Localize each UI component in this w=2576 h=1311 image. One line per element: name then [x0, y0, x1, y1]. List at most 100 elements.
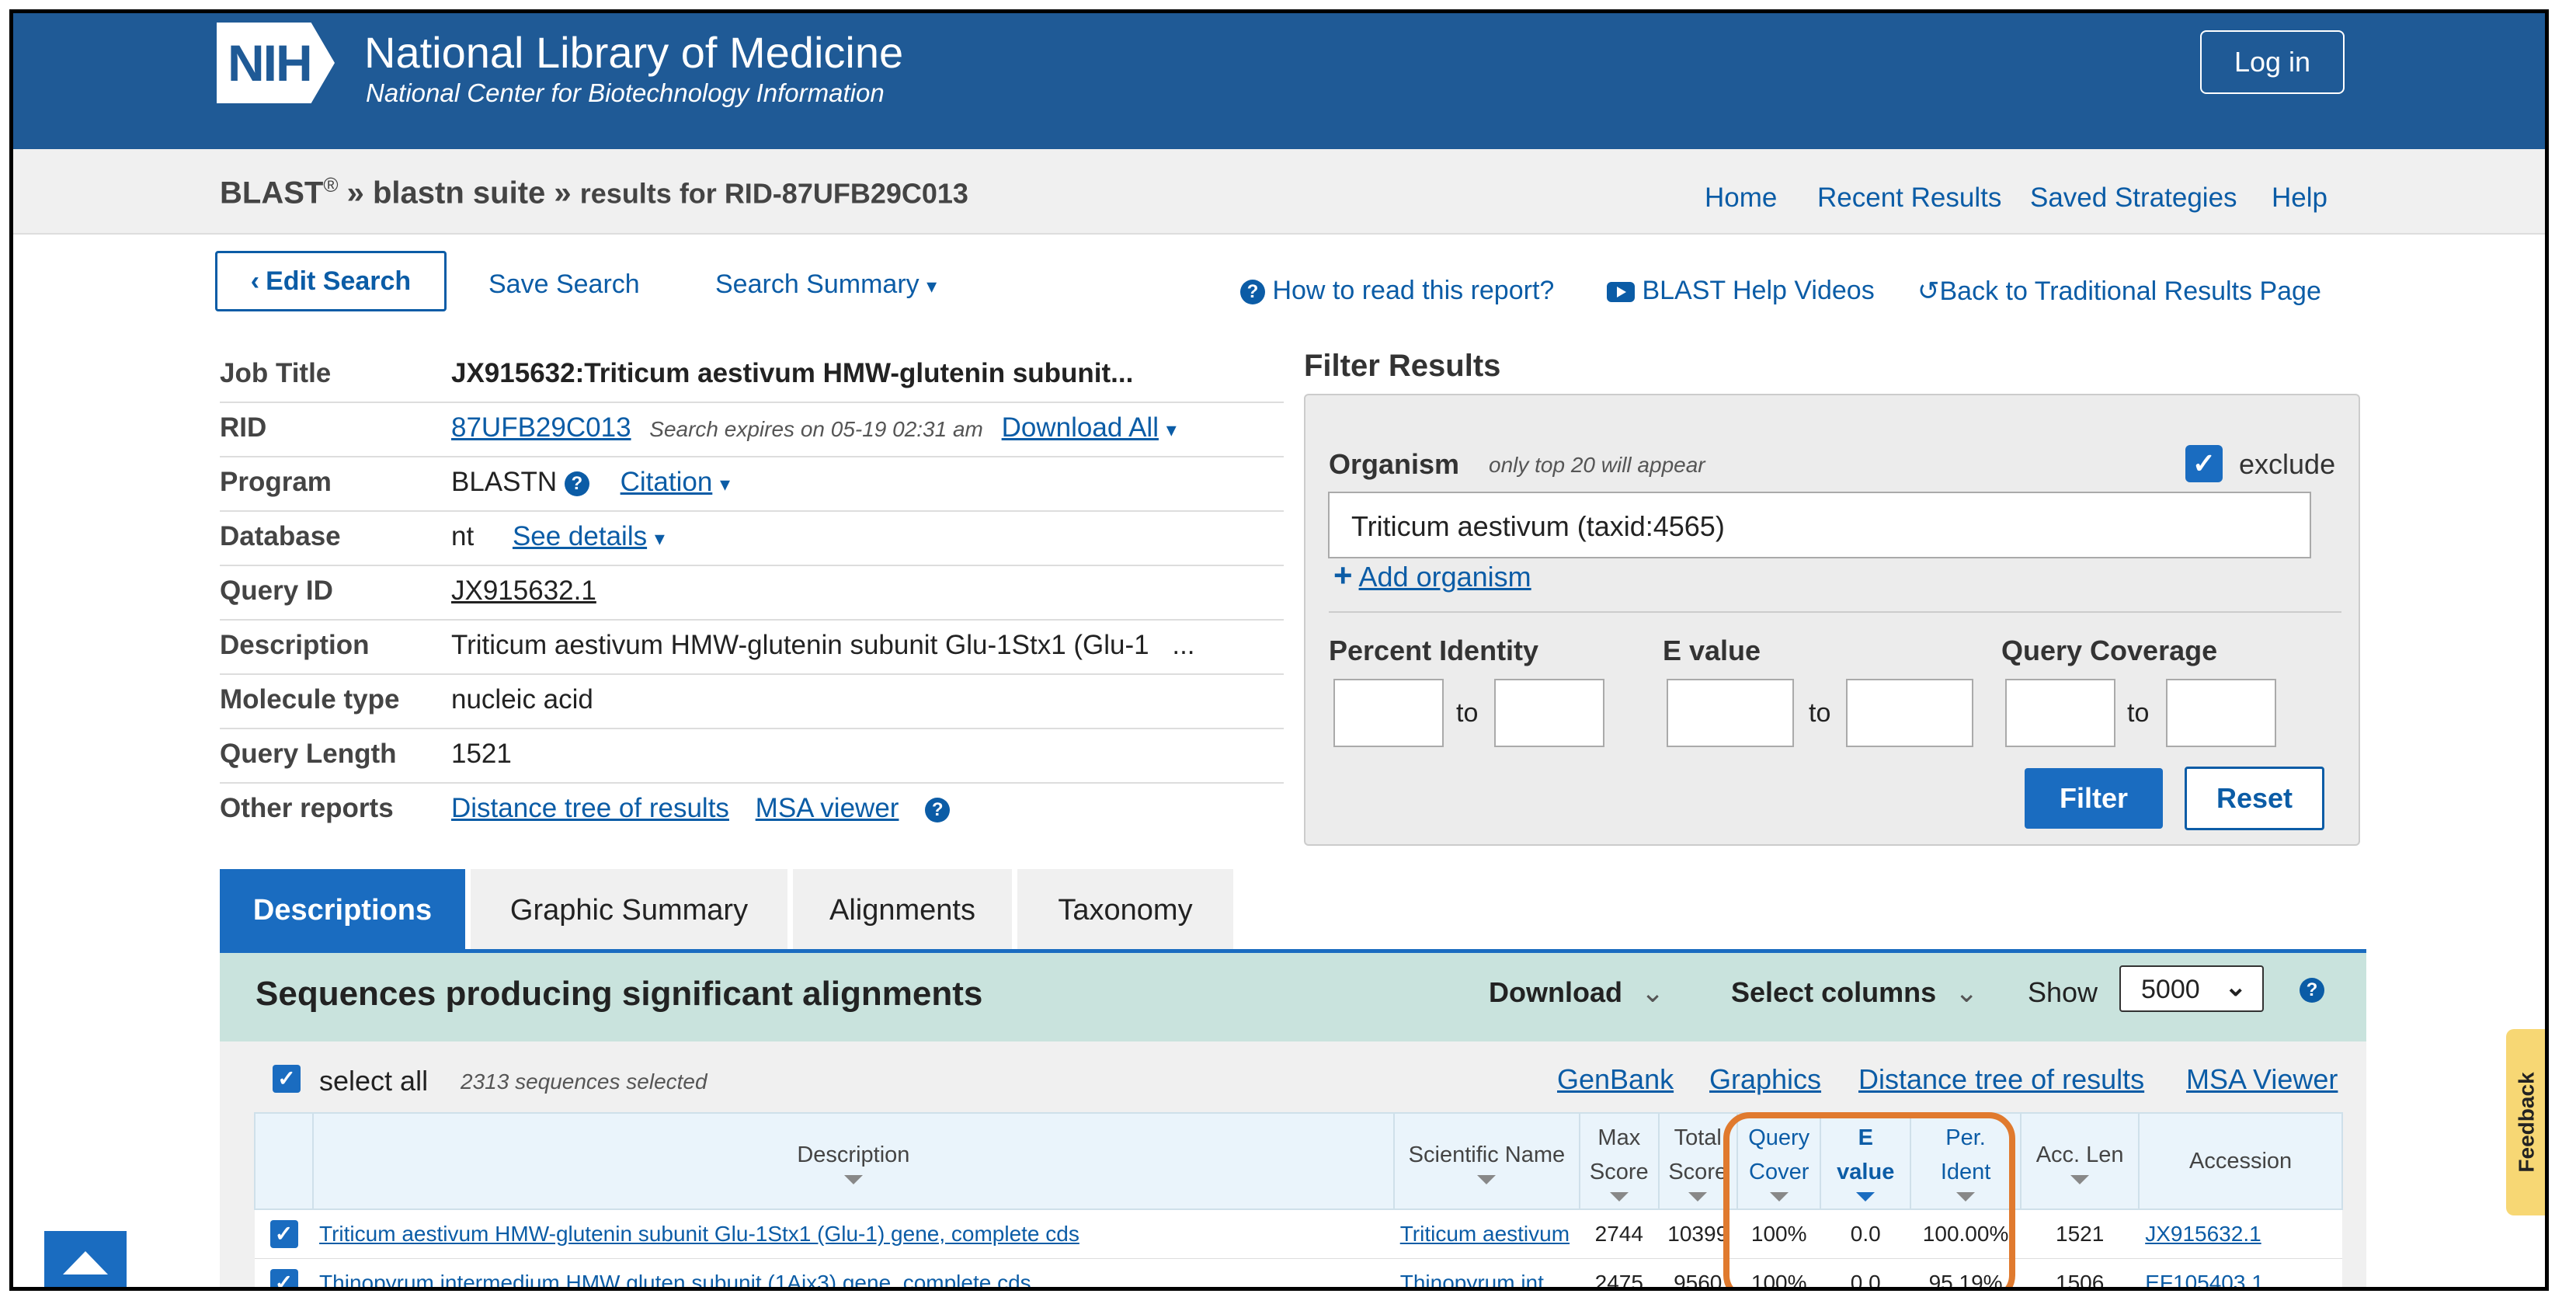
nav-help[interactable]: Help [2272, 183, 2327, 214]
select-columns-dropdown[interactable]: Select columns ⌄ [1731, 976, 1978, 1009]
percent-identity-max[interactable] [1494, 679, 1604, 747]
tab-taxonomy[interactable]: Taxonomy [1017, 869, 1233, 951]
description-value-group: Triticum aestivum HMW-glutenin subunit G… [451, 630, 1195, 661]
site-title[interactable]: National Library of Medicine [364, 27, 903, 78]
breadcrumb-separator: » [554, 176, 572, 210]
browser-frame: NIH National Library of Medicine Nationa… [9, 9, 2549, 1291]
breadcrumb-suite[interactable]: blastn suite [373, 176, 545, 210]
select-all-checkbox[interactable]: ✓ [273, 1065, 301, 1093]
nav-saved-strategies[interactable]: Saved Strategies [2030, 183, 2237, 214]
scroll-to-top-button[interactable] [44, 1231, 127, 1287]
chevron-down-icon: ▾ [654, 527, 665, 550]
add-organism-link[interactable]: + Add organism [1333, 557, 1531, 594]
e-value-max[interactable] [1846, 679, 1973, 747]
login-button[interactable]: Log in [2200, 30, 2345, 94]
tab-descriptions[interactable]: Descriptions [220, 869, 465, 951]
row-description-link[interactable]: Thinopyrum intermedium HMW gluten subuni… [319, 1271, 1031, 1287]
help-circle-icon[interactable]: ? [925, 797, 951, 822]
row-accession-link[interactable]: EF105403.1 [2145, 1271, 2264, 1287]
column-label: Total [1674, 1125, 1722, 1150]
genbank-link[interactable]: GenBank [1557, 1063, 1674, 1096]
organism-input[interactable]: Triticum aestivum (taxid:4565) [1328, 492, 2311, 558]
search-summary-dropdown[interactable]: Search Summary ▾ [715, 270, 937, 300]
molecule-label: Molecule type [220, 684, 400, 715]
help-circle-icon[interactable]: ? [2300, 978, 2324, 1003]
program-value-group: BLASTN ? Citation ▾ [451, 467, 730, 498]
citation-dropdown[interactable]: Citation [621, 467, 713, 497]
chevron-down-icon: ▾ [720, 472, 731, 496]
column-label: Description [797, 1142, 910, 1167]
edit-search-button[interactable]: ‹ Edit Search [215, 251, 447, 311]
show-select-value: 5000 [2141, 975, 2200, 1004]
search-summary-label: Search Summary [715, 270, 920, 299]
results-table: Description Scientific Name Max Score Tot… [253, 1112, 2343, 1287]
row-accession-link[interactable]: JX915632.1 [2145, 1222, 2261, 1246]
table-row[interactable]: ✓ Thinopyrum intermedium HMW gluten subu… [255, 1258, 2342, 1287]
show-label: Show [2028, 976, 2098, 1008]
filter-button[interactable]: Filter [2025, 768, 2163, 829]
breadcrumb-blast[interactable]: BLAST [220, 176, 323, 210]
sort-icon [2070, 1175, 2090, 1184]
breadcrumb-results: results for RID-87UFB29C013 [579, 177, 968, 210]
chevron-down-icon: ⌄ [2224, 972, 2247, 1002]
e-value-min[interactable] [1667, 679, 1794, 747]
download-all-dropdown[interactable]: Download All [1002, 412, 1159, 443]
column-header-select [253, 1112, 315, 1210]
rid-label: RID [220, 412, 267, 443]
download-dropdown[interactable]: Download ⌄ [1489, 976, 1664, 1009]
help-videos-link[interactable]: BLAST Help Videos [1607, 276, 1875, 306]
query-coverage-max[interactable] [2166, 679, 2276, 747]
nav-recent-results[interactable]: Recent Results [1817, 183, 2001, 214]
description-expand[interactable]: ... [1172, 630, 1194, 660]
program-row: Program BLASTN ? Citation ▾ [220, 456, 1284, 512]
query-coverage-min[interactable] [2005, 679, 2115, 747]
row-checkbox[interactable]: ✓ [269, 1220, 298, 1248]
show-select[interactable]: 5000 ⌄ [2119, 965, 2264, 1012]
column-header-accession[interactable]: Accession [2138, 1112, 2343, 1210]
exclude-checkbox[interactable]: ✓ [2185, 445, 2223, 482]
undo-icon: ↺ [1917, 276, 1940, 306]
graphics-link[interactable]: Graphics [1709, 1063, 1821, 1096]
back-traditional-link[interactable]: ↺Back to Traditional Results Page [1917, 276, 2321, 307]
column-header-acc-len[interactable]: Acc. Len [2020, 1112, 2140, 1210]
breadcrumb: BLAST® » blastn suite » results for RID-… [220, 173, 968, 210]
description-value: Triticum aestivum HMW-glutenin subunit G… [451, 630, 1149, 660]
chevron-left-icon: ‹ [250, 266, 260, 296]
how-to-read-link[interactable]: ? How to read this report? [1240, 276, 1554, 306]
selected-count: 2313 sequences selected [461, 1069, 707, 1094]
msa-viewer-results-link[interactable]: MSA Viewer [2186, 1063, 2338, 1096]
msa-viewer-link[interactable]: MSA viewer [756, 793, 899, 823]
row-scientific-name-link[interactable]: Thinopyrum int... [1400, 1271, 1563, 1287]
organism-label: Organism [1329, 448, 1460, 480]
tab-graphic-summary[interactable]: Graphic Summary [471, 869, 787, 951]
distance-tree-link[interactable]: Distance tree of results [451, 793, 729, 823]
column-header-description[interactable]: Description [312, 1112, 1395, 1210]
nav-home[interactable]: Home [1705, 183, 1777, 214]
row-checkbox[interactable]: ✓ [269, 1269, 298, 1287]
table-row[interactable]: ✓ Triticum aestivum HMW-glutenin subunit… [255, 1209, 2342, 1259]
row-description-link[interactable]: Triticum aestivum HMW-glutenin subunit G… [319, 1222, 1079, 1246]
tab-alignments[interactable]: Alignments [793, 869, 1012, 951]
see-details-dropdown[interactable]: See details [513, 521, 647, 551]
query-id-link[interactable]: JX915632.1 [451, 576, 596, 607]
column-header-max-score[interactable]: Max Score [1579, 1112, 1660, 1210]
check-icon: ✓ [277, 1066, 296, 1090]
feedback-tab[interactable]: Feedback [2506, 1029, 2545, 1215]
distance-tree-results-link[interactable]: Distance tree of results [1858, 1063, 2144, 1096]
feedback-label: Feedback [2515, 1072, 2539, 1173]
column-label: Max [1597, 1125, 1641, 1150]
query-length-label: Query Length [220, 739, 397, 769]
column-header-scientific-name[interactable]: Scientific Name [1392, 1112, 1581, 1210]
save-search-link[interactable]: Save Search [488, 270, 640, 300]
query-length-value: 1521 [451, 739, 512, 769]
chevron-down-icon: ⌄ [1955, 976, 1979, 1008]
rid-expires: Search expires on 05-19 02:31 am [649, 417, 983, 441]
percent-identity-min[interactable] [1333, 679, 1444, 747]
rid-link[interactable]: 87UFB29C013 [451, 412, 631, 443]
help-circle-icon[interactable]: ? [564, 471, 589, 496]
row-acc-len: 1506 [2021, 1258, 2140, 1287]
to-label: to [1456, 698, 1479, 728]
reset-button[interactable]: Reset [2185, 767, 2324, 830]
program-label: Program [220, 467, 332, 497]
row-scientific-name-link[interactable]: Triticum aestivum [1400, 1222, 1570, 1246]
